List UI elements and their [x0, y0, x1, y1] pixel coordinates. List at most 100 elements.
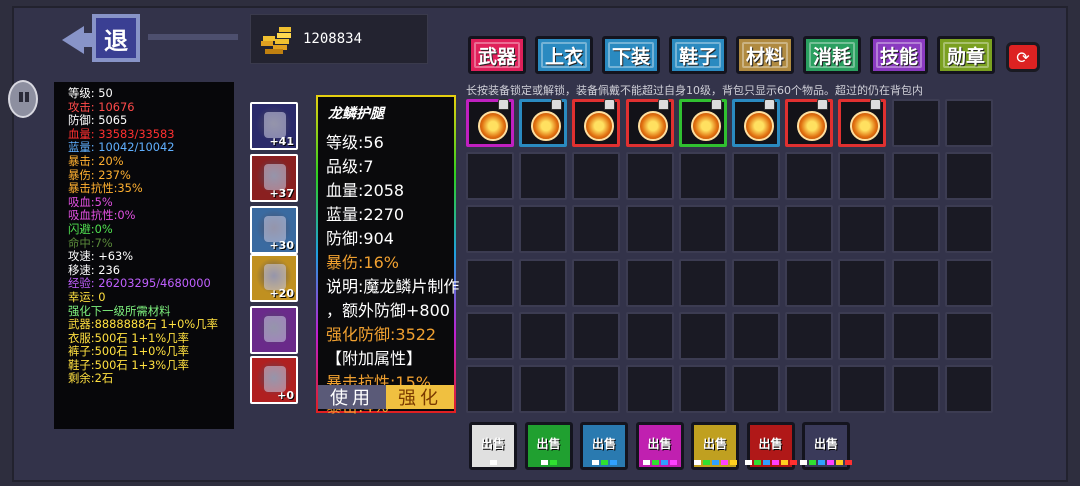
quality-indicator — [591, 460, 617, 465]
tab-2[interactable]: 下装 — [602, 36, 660, 74]
stat-line: 剩余:2石 — [68, 371, 114, 386]
inventory-empty-slot[interactable] — [572, 365, 621, 413]
tab-1[interactable]: 上衣 — [535, 36, 593, 74]
inventory-empty-slot[interactable] — [625, 205, 674, 254]
inventory-empty-slot[interactable] — [838, 365, 887, 413]
inventory-empty-slot[interactable] — [572, 258, 621, 307]
equipped-slot-shoes[interactable]: +20 — [250, 254, 298, 302]
inventory-empty-slot[interactable] — [944, 205, 993, 254]
inventory-item[interactable] — [625, 99, 674, 147]
sell-button-6[interactable]: 出售 — [800, 422, 852, 470]
inventory-empty-slot[interactable] — [466, 365, 514, 413]
inventory-empty-slot[interactable] — [678, 152, 727, 201]
stat-line: 命中:7% — [68, 235, 113, 250]
inventory-empty-slot[interactable] — [732, 152, 780, 201]
equipped-slot-pants[interactable]: +30 — [250, 206, 298, 254]
inventory-empty-slot[interactable] — [625, 152, 674, 201]
inventory-empty-slot[interactable] — [838, 311, 887, 360]
quality-bar — [489, 460, 497, 465]
tab-6[interactable]: 技能 — [870, 36, 928, 74]
tab-5[interactable]: 消耗 — [803, 36, 861, 74]
inventory-empty-slot[interactable] — [625, 258, 674, 307]
inventory-empty-slot[interactable] — [944, 311, 993, 360]
inventory-empty-slot[interactable] — [785, 258, 834, 307]
equipped-slot-skill[interactable] — [250, 306, 298, 354]
enhance-button[interactable]: 强化 — [386, 385, 454, 409]
inventory-empty-slot[interactable] — [678, 205, 727, 254]
sell-button-5[interactable]: 出售 — [744, 422, 797, 470]
inventory-item[interactable] — [678, 99, 727, 147]
use-button[interactable]: 使用 — [318, 385, 386, 409]
inventory-empty-slot[interactable] — [572, 311, 621, 360]
inventory-empty-slot[interactable] — [891, 258, 940, 307]
inventory-empty-slot[interactable] — [678, 365, 727, 413]
inventory-empty-slot[interactable] — [572, 205, 621, 254]
item-actions: 使用 强化 — [318, 385, 454, 409]
sell-button-3[interactable]: 出售 — [635, 422, 684, 470]
inventory-empty-slot[interactable] — [519, 365, 568, 413]
sell-button-0[interactable]: 出售 — [469, 422, 517, 470]
inventory-empty-slot[interactable] — [838, 258, 887, 307]
tab-3[interactable]: 鞋子 — [669, 36, 727, 74]
stat-line: 攻速: +63% — [68, 249, 134, 264]
inventory-empty-slot[interactable] — [944, 258, 993, 307]
item-attribute-line: ，额外防御+800 — [326, 301, 450, 320]
inventory-empty-slot[interactable] — [678, 311, 727, 360]
inventory-empty-slot[interactable] — [785, 205, 834, 254]
inventory-empty-slot[interactable] — [625, 365, 674, 413]
inventory-item[interactable] — [519, 99, 568, 147]
sell-button-4[interactable]: 出售 — [691, 422, 739, 470]
inventory-empty-slot[interactable] — [519, 205, 568, 254]
inventory-empty-slot[interactable] — [732, 258, 780, 307]
sell-button-1[interactable]: 出售 — [524, 422, 573, 470]
inventory-empty-slot[interactable] — [785, 152, 834, 201]
inventory-item[interactable] — [732, 99, 780, 147]
inventory-empty-slot[interactable] — [466, 258, 514, 307]
inventory-empty-slot[interactable] — [944, 152, 993, 201]
inventory-empty-slot[interactable] — [838, 205, 887, 254]
inventory-empty-slot[interactable] — [891, 99, 940, 147]
inventory-item[interactable] — [838, 99, 887, 147]
equipped-slot-badge[interactable]: +0 — [250, 356, 298, 404]
lock-icon — [657, 99, 669, 110]
equipped-slot-weapon[interactable]: +41 — [250, 102, 298, 150]
item-attribute-line: 等级:56 — [326, 133, 384, 152]
equipped-slot-armor[interactable]: +37 — [250, 154, 298, 202]
inventory-empty-slot[interactable] — [944, 99, 993, 147]
inventory-empty-slot[interactable] — [891, 152, 940, 201]
inventory-empty-slot[interactable] — [785, 365, 834, 413]
inventory-empty-slot[interactable] — [785, 311, 834, 360]
inventory-empty-slot[interactable] — [891, 365, 940, 413]
quality-bar — [818, 460, 825, 465]
tab-0[interactable]: 武器 — [468, 36, 526, 74]
back-button[interactable]: 退 — [62, 14, 148, 70]
inventory-item[interactable] — [466, 99, 514, 147]
inventory-empty-slot[interactable] — [466, 205, 514, 254]
inventory-empty-slot[interactable] — [944, 365, 993, 413]
inventory-empty-slot[interactable] — [572, 152, 621, 201]
inventory-empty-slot[interactable] — [519, 311, 568, 360]
inventory-empty-slot[interactable] — [519, 152, 568, 201]
side-menu-handle[interactable] — [8, 80, 38, 118]
inventory-empty-slot[interactable] — [466, 311, 514, 360]
item-attribute-line: 防御:904 — [326, 229, 394, 248]
refresh-button[interactable]: ⟳ — [1006, 42, 1040, 72]
inventory-item[interactable] — [572, 99, 621, 147]
tab-4[interactable]: 材料 — [736, 36, 794, 74]
inventory-empty-slot[interactable] — [732, 311, 780, 360]
wings-icon — [264, 316, 286, 342]
inventory-empty-slot[interactable] — [891, 205, 940, 254]
inventory-empty-slot[interactable] — [519, 258, 568, 307]
inventory-empty-slot[interactable] — [891, 311, 940, 360]
inventory-empty-slot[interactable] — [732, 205, 780, 254]
inventory-empty-slot[interactable] — [625, 311, 674, 360]
inventory-item[interactable] — [785, 99, 834, 147]
inventory-empty-slot[interactable] — [678, 258, 727, 307]
inventory-empty-slot[interactable] — [466, 152, 514, 201]
inventory-empty-slot[interactable] — [732, 365, 780, 413]
stat-line: 攻击: 10676 — [68, 99, 135, 114]
sell-button-2[interactable]: 出售 — [580, 422, 628, 470]
tab-7[interactable]: 勋章 — [937, 36, 995, 74]
inventory-empty-slot[interactable] — [838, 152, 887, 201]
quality-bar — [702, 460, 710, 465]
